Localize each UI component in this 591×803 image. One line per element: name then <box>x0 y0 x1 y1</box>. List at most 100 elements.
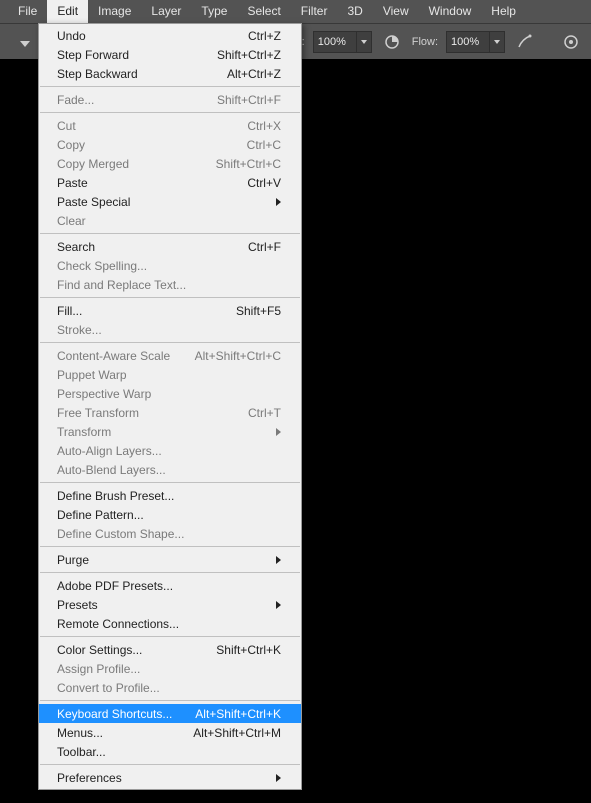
menu-item-adobe-pdf-presets[interactable]: Adobe PDF Presets... <box>39 576 301 595</box>
menu-item-label: Content-Aware Scale <box>57 349 175 363</box>
menu-item-label: Paste Special <box>57 195 256 209</box>
menu-item-puppet-warp: Puppet Warp <box>39 365 301 384</box>
menu-item-shortcut: Alt+Ctrl+Z <box>207 67 281 81</box>
menu-item-label: Find and Replace Text... <box>57 278 281 292</box>
tool-preset-chevron-icon[interactable] <box>20 41 30 47</box>
menu-item-shortcut: Alt+Shift+Ctrl+C <box>175 349 281 363</box>
menu-item-label: Step Forward <box>57 48 197 62</box>
menubar-item-layer[interactable]: Layer <box>141 0 191 23</box>
menubar: FileEditImageLayerTypeSelectFilter3DView… <box>0 0 591 23</box>
submenu-arrow-icon <box>256 553 281 567</box>
menu-item-free-transform: Free TransformCtrl+T <box>39 403 301 422</box>
menu-item-label: Check Spelling... <box>57 259 281 273</box>
menu-item-label: Puppet Warp <box>57 368 281 382</box>
menu-item-remote-connections[interactable]: Remote Connections... <box>39 614 301 633</box>
menu-separator <box>40 700 300 701</box>
submenu-arrow-icon <box>256 771 281 785</box>
menu-item-toolbar[interactable]: Toolbar... <box>39 742 301 761</box>
menu-item-label: Copy Merged <box>57 157 196 171</box>
menu-item-shortcut: Ctrl+F <box>228 240 281 254</box>
menu-separator <box>40 112 300 113</box>
menu-item-fade: Fade...Shift+Ctrl+F <box>39 90 301 109</box>
opacity-field[interactable]: 100% <box>313 31 372 53</box>
menu-item-color-settings[interactable]: Color Settings...Shift+Ctrl+K <box>39 640 301 659</box>
submenu-arrow-icon <box>256 598 281 612</box>
menu-item-label: Auto-Blend Layers... <box>57 463 281 477</box>
menu-item-step-backward[interactable]: Step BackwardAlt+Ctrl+Z <box>39 64 301 83</box>
menu-item-label: Auto-Align Layers... <box>57 444 281 458</box>
menu-item-label: Define Pattern... <box>57 508 281 522</box>
menu-separator <box>40 342 300 343</box>
menu-separator <box>40 546 300 547</box>
menubar-item-image[interactable]: Image <box>88 0 141 23</box>
menubar-item-select[interactable]: Select <box>237 0 290 23</box>
menu-item-label: Stroke... <box>57 323 281 337</box>
menubar-item-edit[interactable]: Edit <box>47 0 88 23</box>
menu-item-content-aware-scale: Content-Aware ScaleAlt+Shift+Ctrl+C <box>39 346 301 365</box>
menu-item-clear: Clear <box>39 211 301 230</box>
menu-separator <box>40 482 300 483</box>
menu-separator <box>40 297 300 298</box>
menu-item-menus[interactable]: Menus...Alt+Shift+Ctrl+M <box>39 723 301 742</box>
menu-item-label: Presets <box>57 598 256 612</box>
menu-item-label: Assign Profile... <box>57 662 281 676</box>
menu-item-label: Step Backward <box>57 67 207 81</box>
menu-item-cut: CutCtrl+X <box>39 116 301 135</box>
menu-item-shortcut: Shift+Ctrl+K <box>196 643 281 657</box>
menu-item-shortcut: Alt+Shift+Ctrl+M <box>173 726 281 740</box>
menu-item-label: Perspective Warp <box>57 387 281 401</box>
menu-item-undo[interactable]: UndoCtrl+Z <box>39 26 301 45</box>
menu-item-label: Cut <box>57 119 227 133</box>
menu-item-copy: CopyCtrl+C <box>39 135 301 154</box>
menubar-item-type[interactable]: Type <box>191 0 237 23</box>
opacity-value[interactable]: 100% <box>314 36 356 48</box>
menu-item-preferences[interactable]: Preferences <box>39 768 301 787</box>
menu-item-define-pattern[interactable]: Define Pattern... <box>39 505 301 524</box>
pressure-size-icon[interactable] <box>559 30 583 54</box>
menu-item-label: Keyboard Shortcuts... <box>57 707 175 721</box>
menu-item-fill[interactable]: Fill...Shift+F5 <box>39 301 301 320</box>
menu-item-label: Free Transform <box>57 406 228 420</box>
menu-item-shortcut: Shift+Ctrl+C <box>196 157 281 171</box>
menu-item-keyboard-shortcuts[interactable]: Keyboard Shortcuts...Alt+Shift+Ctrl+K <box>39 704 301 723</box>
menubar-item-view[interactable]: View <box>373 0 419 23</box>
menu-item-label: Search <box>57 240 228 254</box>
menu-item-transform: Transform <box>39 422 301 441</box>
menu-item-label: Copy <box>57 138 227 152</box>
menu-item-paste[interactable]: PasteCtrl+V <box>39 173 301 192</box>
menubar-item-filter[interactable]: Filter <box>291 0 338 23</box>
menu-item-define-brush-preset[interactable]: Define Brush Preset... <box>39 486 301 505</box>
menu-item-label: Clear <box>57 214 281 228</box>
menubar-item-help[interactable]: Help <box>481 0 526 23</box>
menu-item-assign-profile: Assign Profile... <box>39 659 301 678</box>
menu-item-perspective-warp: Perspective Warp <box>39 384 301 403</box>
menu-item-purge[interactable]: Purge <box>39 550 301 569</box>
submenu-arrow-icon <box>256 195 281 209</box>
menubar-item-file[interactable]: File <box>8 0 47 23</box>
menu-item-paste-special[interactable]: Paste Special <box>39 192 301 211</box>
menu-item-auto-align-layers: Auto-Align Layers... <box>39 441 301 460</box>
menu-item-label: Paste <box>57 176 227 190</box>
menu-item-step-forward[interactable]: Step ForwardShift+Ctrl+Z <box>39 45 301 64</box>
airbrush-icon[interactable] <box>513 30 537 54</box>
menu-item-label: Adobe PDF Presets... <box>57 579 281 593</box>
menu-item-shortcut: Shift+Ctrl+F <box>197 93 281 107</box>
menu-item-search[interactable]: SearchCtrl+F <box>39 237 301 256</box>
flow-dropdown-icon[interactable] <box>489 32 504 52</box>
opacity-dropdown-icon[interactable] <box>356 32 371 52</box>
menu-separator <box>40 233 300 234</box>
menu-item-presets[interactable]: Presets <box>39 595 301 614</box>
menu-item-label: Color Settings... <box>57 643 196 657</box>
menu-item-label: Preferences <box>57 771 256 785</box>
menu-item-label: Define Brush Preset... <box>57 489 281 503</box>
menu-item-label: Toolbar... <box>57 745 281 759</box>
pressure-opacity-icon[interactable] <box>380 30 404 54</box>
menubar-item-window[interactable]: Window <box>419 0 482 23</box>
menubar-item-3d[interactable]: 3D <box>337 0 372 23</box>
menu-item-shortcut: Ctrl+C <box>227 138 281 152</box>
menu-item-copy-merged: Copy MergedShift+Ctrl+C <box>39 154 301 173</box>
flow-field[interactable]: 100% <box>446 31 505 53</box>
menu-item-label: Menus... <box>57 726 173 740</box>
flow-value[interactable]: 100% <box>447 36 489 48</box>
menu-item-label: Convert to Profile... <box>57 681 281 695</box>
